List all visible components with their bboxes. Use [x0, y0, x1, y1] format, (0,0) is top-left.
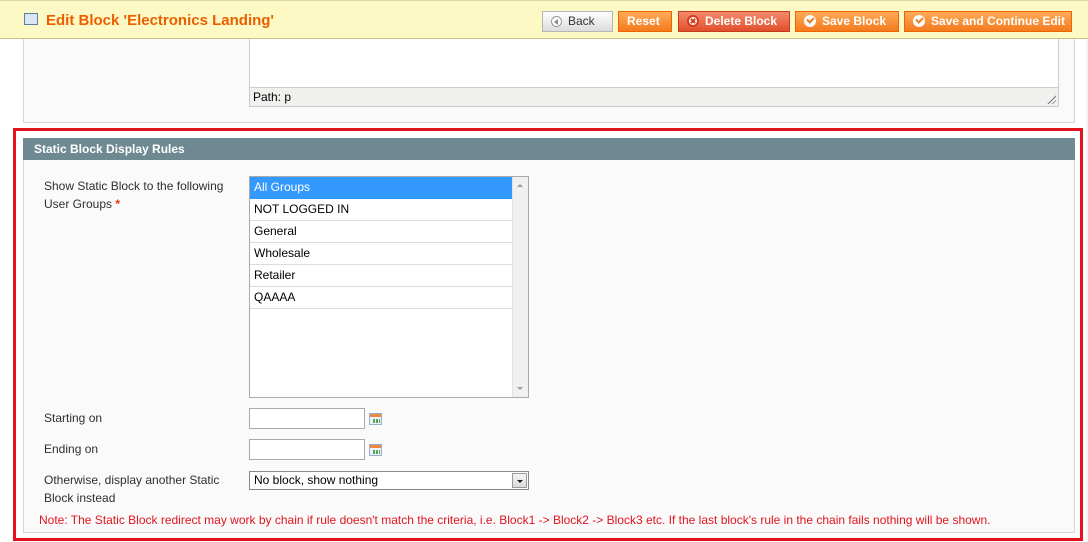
- delete-x-icon: [687, 15, 699, 27]
- back-button-label: Back: [568, 14, 595, 28]
- resize-grip-icon[interactable]: [1046, 94, 1056, 104]
- highlight-frame: [13, 128, 1083, 541]
- check-icon: [804, 15, 816, 27]
- save-button-label: Save Block: [822, 14, 887, 28]
- check-icon: [913, 15, 925, 27]
- reset-button-label: Reset: [627, 14, 660, 28]
- reset-button[interactable]: Reset: [618, 11, 672, 32]
- editor-status-path: Path: p: [249, 87, 1059, 107]
- editor-path-text: Path: p: [253, 90, 292, 104]
- page-header: Edit Block 'Electronics Landing' Back Re…: [0, 0, 1088, 39]
- back-button[interactable]: Back: [542, 11, 613, 32]
- page-title: Edit Block 'Electronics Landing': [46, 12, 275, 29]
- back-arrow-icon: [551, 16, 562, 27]
- delete-block-button[interactable]: Delete Block: [678, 11, 790, 32]
- content-editor-area[interactable]: [249, 39, 1059, 87]
- delete-button-label: Delete Block: [705, 14, 778, 28]
- save-continue-button-label: Save and Continue Edit: [931, 14, 1066, 28]
- save-and-continue-button[interactable]: Save and Continue Edit: [904, 11, 1072, 32]
- save-block-button[interactable]: Save Block: [795, 11, 899, 32]
- grid-table-icon: [24, 13, 38, 25]
